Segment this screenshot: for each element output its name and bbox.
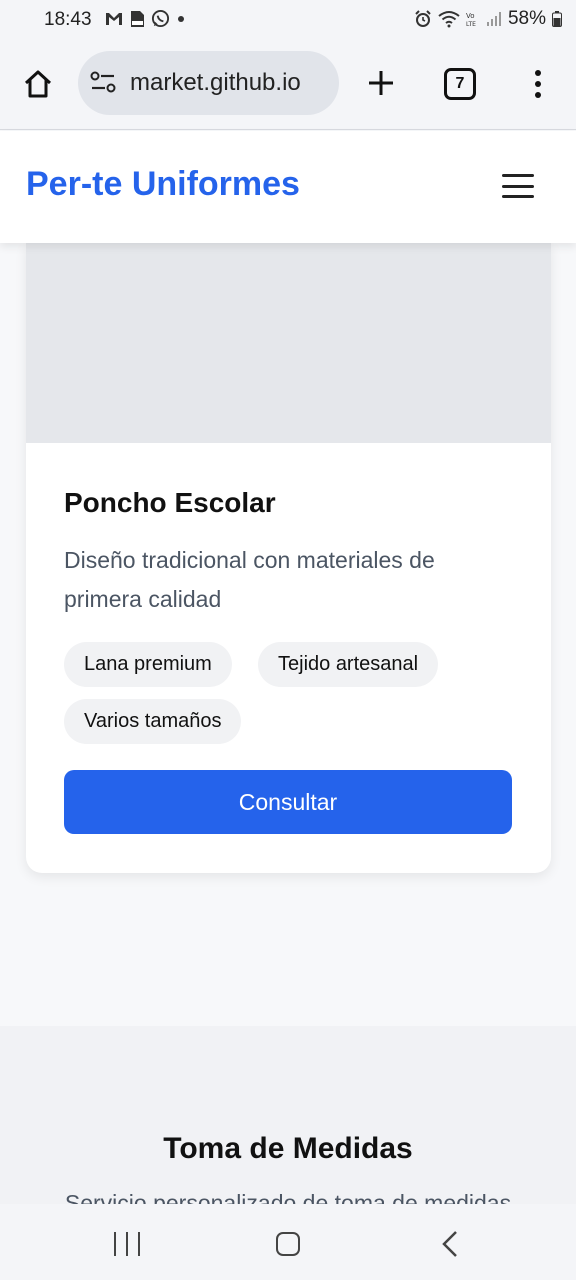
- measurements-section: Toma de Medidas Servicio personalizado d…: [0, 1026, 576, 1216]
- hamburger-line: [502, 195, 534, 198]
- status-time: 18:43: [44, 9, 92, 30]
- gmail-icon: [106, 12, 122, 25]
- status-bar: 18:43 Vo LTE 58%: [0, 0, 576, 40]
- browser-menu-button[interactable]: [524, 64, 552, 104]
- tab-switcher-button[interactable]: 7: [444, 68, 476, 100]
- site-settings-icon[interactable]: [90, 71, 116, 95]
- recents-bar: [138, 1232, 140, 1256]
- more-vert-icon: [535, 70, 541, 98]
- whatsapp-icon: [151, 9, 170, 28]
- notification-icons: [105, 9, 186, 28]
- product-tag: Lana premium: [64, 642, 232, 687]
- section-title: Toma de Medidas: [163, 1132, 413, 1165]
- battery-icon: [552, 11, 562, 27]
- hamburger-line: [502, 174, 534, 177]
- system-navigation-bar: [0, 1204, 576, 1280]
- product-card: Poncho Escolar Diseño tradicional con ma…: [26, 243, 551, 873]
- hamburger-menu-button[interactable]: [502, 171, 534, 201]
- product-tag: Varios tamaños: [64, 699, 242, 744]
- back-icon[interactable]: [440, 1230, 460, 1258]
- wifi-icon: [438, 11, 460, 28]
- svg-text:Vo: Vo: [466, 12, 475, 20]
- home-icon: [24, 70, 52, 98]
- system-home-button[interactable]: [276, 1232, 300, 1256]
- site-header: Per-te Uniformes: [0, 131, 576, 243]
- hamburger-line: [502, 184, 534, 188]
- battery-percent: 58%: [507, 8, 546, 29]
- plus-icon: [369, 71, 393, 95]
- alarm-icon: [415, 10, 431, 27]
- product-title: Poncho Escolar: [64, 487, 276, 518]
- system-icons: Vo LTE 58%: [414, 8, 562, 30]
- recents-bar: [114, 1232, 116, 1256]
- product-description: Diseño tradicional con materiales de pri…: [64, 547, 435, 612]
- home-button[interactable]: [18, 64, 58, 104]
- pdf-icon: [131, 10, 144, 27]
- signal-icon: [486, 12, 501, 26]
- volte-icon: VoLTE: [466, 12, 476, 28]
- address-bar[interactable]: market.github.io: [78, 51, 339, 115]
- product-tag: Tejido artesanal: [258, 642, 439, 687]
- svg-text:LTE: LTE: [466, 21, 476, 28]
- dot-icon: [178, 15, 184, 22]
- brand-logo-text[interactable]: Per-te Uniformes: [26, 165, 300, 204]
- consult-button[interactable]: Consultar: [64, 770, 512, 834]
- url-text[interactable]: market.github.io: [130, 69, 330, 97]
- product-image-placeholder: [26, 243, 551, 443]
- recents-bar: [126, 1232, 128, 1256]
- recent-apps-button[interactable]: [114, 1232, 140, 1256]
- new-tab-button[interactable]: [360, 62, 402, 104]
- browser-toolbar: market.github.io 7: [0, 40, 576, 130]
